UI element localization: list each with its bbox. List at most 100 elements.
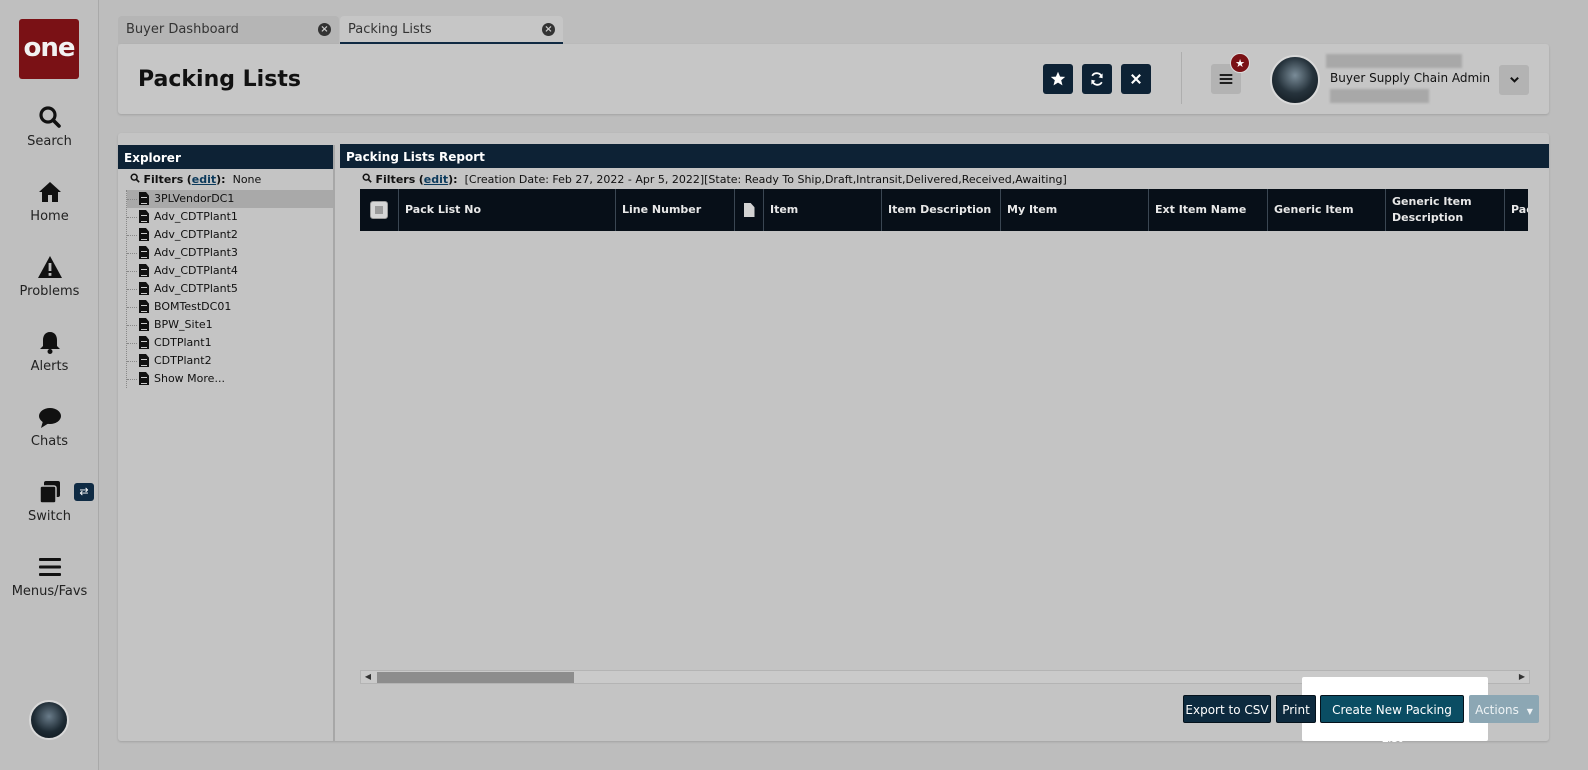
nav-home-label: Home [30, 209, 69, 224]
explorer-panel: Explorer Filters (edit): None 3PLVendorD… [118, 145, 335, 741]
tab-packing-lists[interactable]: Packing Lists × [340, 16, 563, 44]
report-filters-label: Filters [375, 173, 416, 186]
tree-item[interactable]: Adv_CDTPlant2 [127, 226, 333, 244]
favorite-button[interactable] [1043, 64, 1073, 94]
list-icon [1219, 74, 1233, 84]
user-avatar[interactable] [1270, 55, 1320, 105]
document-icon [139, 282, 149, 295]
column-ext-item-name[interactable]: Ext Item Name [1149, 189, 1268, 231]
table-header: Pack List No Line Number Item Item Descr… [360, 189, 1528, 231]
user-menu-dropdown[interactable] [1499, 65, 1529, 95]
tree-item-show-more[interactable]: Show More... [127, 370, 333, 388]
close-tab-icon[interactable]: × [542, 23, 555, 36]
document-icon [139, 228, 149, 241]
search-icon [0, 104, 99, 130]
chat-icon [0, 404, 99, 430]
report-title: Packing Lists Report [340, 144, 1549, 168]
close-tab-icon[interactable]: × [318, 23, 331, 36]
scroll-left-icon[interactable]: ◀ [361, 671, 375, 683]
refresh-button[interactable] [1082, 64, 1112, 94]
tree-item[interactable]: Adv_CDTPlant4 [127, 262, 333, 280]
nav-search-label: Search [27, 134, 72, 149]
switch-arrows-icon[interactable]: ⇄ [74, 483, 94, 501]
explorer-title: Explorer [118, 145, 333, 169]
app-logo[interactable]: one [19, 19, 79, 79]
tree-item-label: Adv_CDTPlant4 [154, 264, 238, 277]
document-icon [139, 336, 149, 349]
actions-label: Actions [1475, 703, 1519, 717]
column-my-item[interactable]: My Item [1001, 189, 1149, 231]
report-filters-edit-link[interactable]: edit [424, 173, 448, 186]
tree-item-label: BPW_Site1 [154, 318, 213, 331]
scrollbar-thumb[interactable] [377, 672, 574, 683]
explorer-tree: 3PLVendorDC1 Adv_CDTPlant1 Adv_CDTPlant2… [126, 190, 333, 388]
column-attachment[interactable] [735, 189, 764, 231]
column-item[interactable]: Item [764, 189, 882, 231]
star-icon [1050, 71, 1066, 86]
tree-item[interactable]: CDTPlant2 [127, 352, 333, 370]
close-page-button[interactable] [1121, 64, 1151, 94]
tab-packing-lists-label: Packing Lists [348, 22, 432, 37]
actions-button[interactable]: Actions ▼ [1469, 695, 1539, 723]
nav-home[interactable]: Home [0, 179, 99, 224]
tree-item[interactable]: Adv_CDTPlant3 [127, 244, 333, 262]
nav-switch-label: Switch [28, 509, 71, 524]
explorer-filters-edit-link[interactable]: edit [192, 173, 216, 186]
explorer-filters: Filters (edit): None [118, 169, 333, 190]
tab-buyer-dashboard[interactable]: Buyer Dashboard × [118, 16, 339, 44]
menu-icon [0, 554, 99, 580]
close-icon [1131, 74, 1141, 84]
tree-item[interactable]: 3PLVendorDC1 [127, 190, 333, 208]
tab-buyer-dashboard-label: Buyer Dashboard [126, 22, 239, 37]
scroll-right-icon[interactable]: ▶ [1515, 671, 1529, 683]
nav-search[interactable]: Search [0, 104, 99, 149]
column-generic-item-description[interactable]: Generic Item Description [1386, 189, 1505, 231]
profile-avatar[interactable] [29, 700, 69, 740]
column-pack-list-no[interactable]: Pack List No [399, 189, 616, 231]
create-new-packing-list-button[interactable]: Create New Packing List [1320, 695, 1464, 745]
tree-item[interactable]: BPW_Site1 [127, 316, 333, 334]
redacted-user-org [1330, 89, 1429, 103]
bell-icon [0, 329, 99, 355]
nav-chats[interactable]: Chats [0, 404, 99, 449]
column-item-description[interactable]: Item Description [882, 189, 1001, 231]
document-icon [139, 372, 149, 385]
document-icon [139, 318, 149, 331]
print-button[interactable]: Print [1276, 695, 1316, 723]
refresh-icon [1091, 72, 1103, 86]
redacted-user-name [1326, 54, 1462, 68]
document-icon [139, 192, 149, 205]
select-all-column [360, 189, 399, 231]
home-icon [0, 179, 99, 205]
nav-problems-label: Problems [19, 284, 80, 299]
tree-item-label: Adv_CDTPlant2 [154, 228, 238, 241]
tree-item[interactable]: Adv_CDTPlant5 [127, 280, 333, 298]
nav-problems[interactable]: Problems [0, 254, 99, 299]
column-pack-truncated[interactable]: Pac [1505, 189, 1528, 231]
select-all-checkbox[interactable] [370, 201, 388, 219]
search-icon [362, 173, 376, 186]
tree-item[interactable]: Adv_CDTPlant1 [127, 208, 333, 226]
warning-icon [0, 254, 99, 280]
nav-alerts[interactable]: Alerts [0, 329, 99, 374]
tree-item-label: CDTPlant2 [154, 354, 212, 367]
report-filters: Filters (edit): [Creation Date: Feb 27, … [340, 168, 1549, 188]
document-icon [139, 300, 149, 313]
column-line-number[interactable]: Line Number [616, 189, 735, 231]
nav-menus-favs[interactable]: Menus/Favs [0, 554, 99, 599]
tree-item[interactable]: CDTPlant1 [127, 334, 333, 352]
chevron-down-icon [1509, 76, 1519, 83]
tree-item-label: CDTPlant1 [154, 336, 212, 349]
column-generic-item[interactable]: Generic Item [1268, 189, 1386, 231]
tree-item[interactable]: BOMTestDC01 [127, 298, 333, 316]
explorer-filters-label: Filters [143, 173, 184, 186]
page-title: Packing Lists [138, 67, 301, 92]
report-panel: Packing Lists Report Filters (edit): [Cr… [340, 144, 1549, 741]
document-icon [139, 264, 149, 277]
left-navigation: one Search Home Problems Alerts Chats Sw… [0, 0, 99, 770]
tree-item-label: Show More... [154, 372, 225, 385]
user-role: Buyer Supply Chain Admin [1330, 71, 1491, 85]
export-csv-button[interactable]: Export to CSV [1183, 695, 1271, 723]
tree-item-label: Adv_CDTPlant3 [154, 246, 238, 259]
explorer-filters-value: None [232, 173, 262, 186]
